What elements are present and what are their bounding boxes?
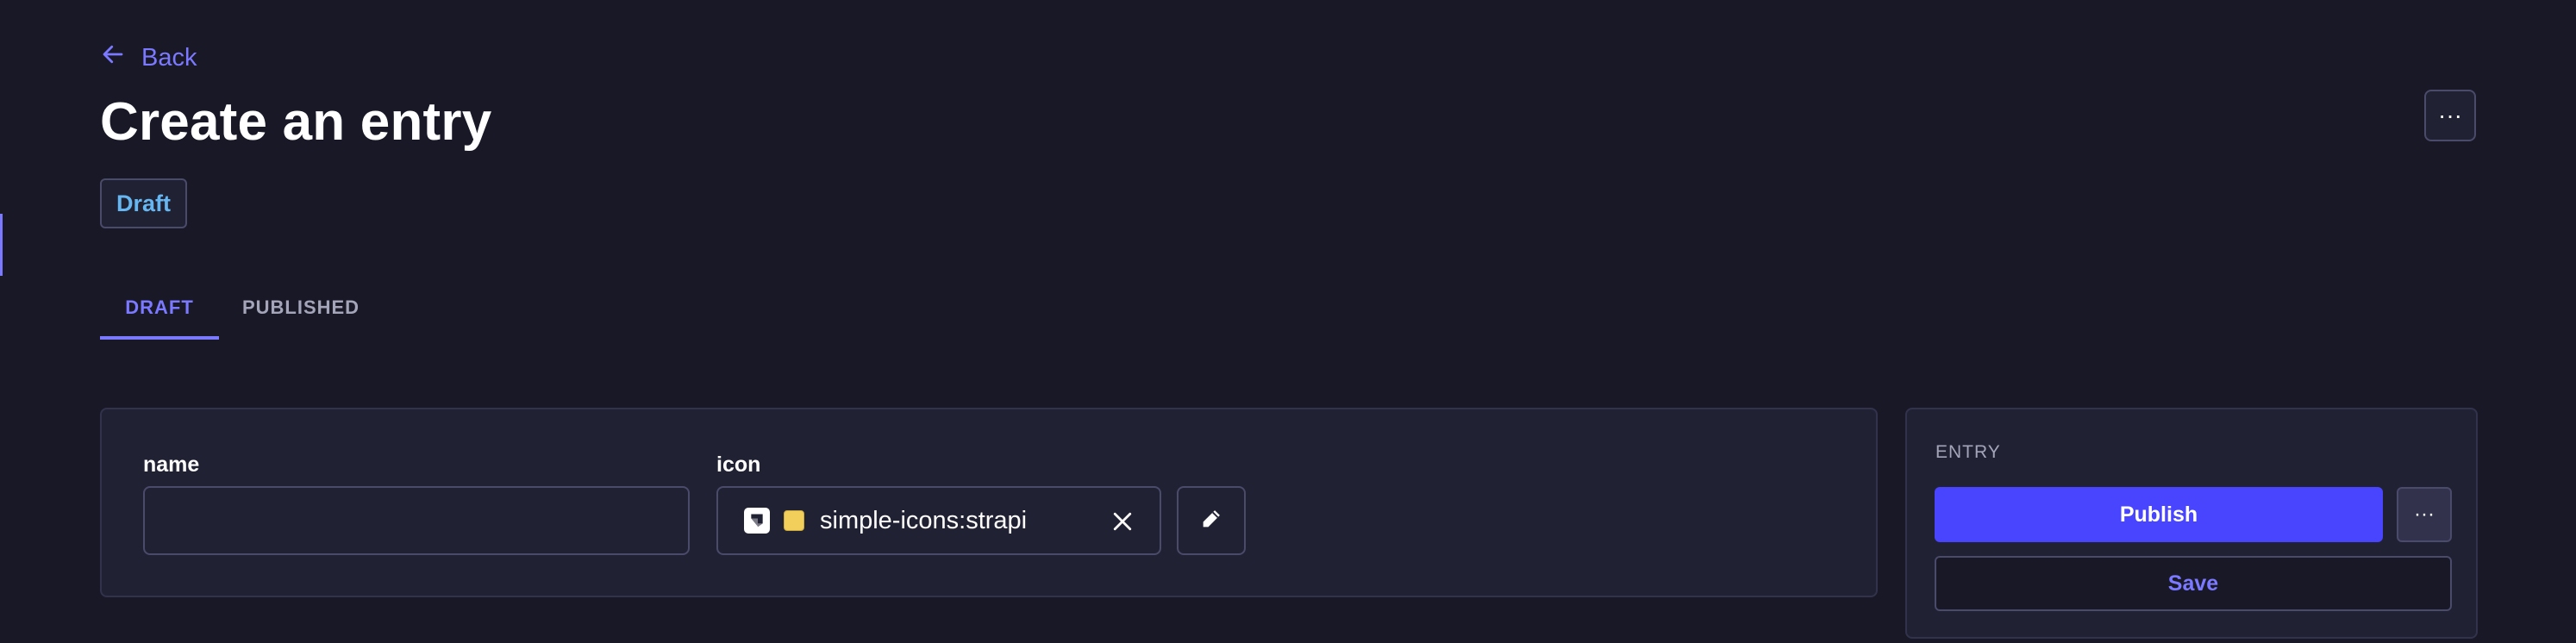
- entry-form-card: name icon simple-icons:strapi: [100, 408, 1878, 597]
- back-link[interactable]: Back: [100, 41, 197, 74]
- entry-panel-title: ENTRY: [1935, 442, 2001, 462]
- back-label: Back: [141, 43, 197, 72]
- publish-more-button[interactable]: ···: [2397, 487, 2452, 542]
- tab-published[interactable]: PUBLISHED: [219, 276, 383, 340]
- icon-value: simple-icons:strapi: [820, 506, 1028, 534]
- more-icon: ···: [2438, 102, 2462, 128]
- page-title: Create an entry: [100, 92, 492, 152]
- icon-field-label: icon: [716, 453, 761, 477]
- icon-color-swatch: [784, 510, 804, 531]
- pencil-icon: [1199, 507, 1223, 535]
- arrow-left-icon: [100, 41, 126, 74]
- tab-draft[interactable]: DRAFT: [100, 276, 219, 340]
- more-icon: ···: [2414, 503, 2435, 526]
- edit-icon-button[interactable]: [1177, 486, 1246, 555]
- publish-button[interactable]: Publish: [1935, 487, 2383, 542]
- close-icon[interactable]: [1110, 509, 1135, 534]
- name-field-label: name: [143, 453, 200, 477]
- entry-side-panel: ENTRY Publish ··· Save: [1905, 408, 2478, 639]
- left-edge-accent: [0, 214, 3, 276]
- more-actions-button[interactable]: ···: [2424, 90, 2476, 141]
- icon-picker-field[interactable]: simple-icons:strapi: [716, 486, 1161, 555]
- strapi-icon: [744, 508, 770, 534]
- tabs: DRAFT PUBLISHED: [100, 276, 383, 340]
- name-input[interactable]: [143, 486, 690, 555]
- status-badge: Draft: [100, 178, 188, 228]
- save-button[interactable]: Save: [1935, 556, 2452, 611]
